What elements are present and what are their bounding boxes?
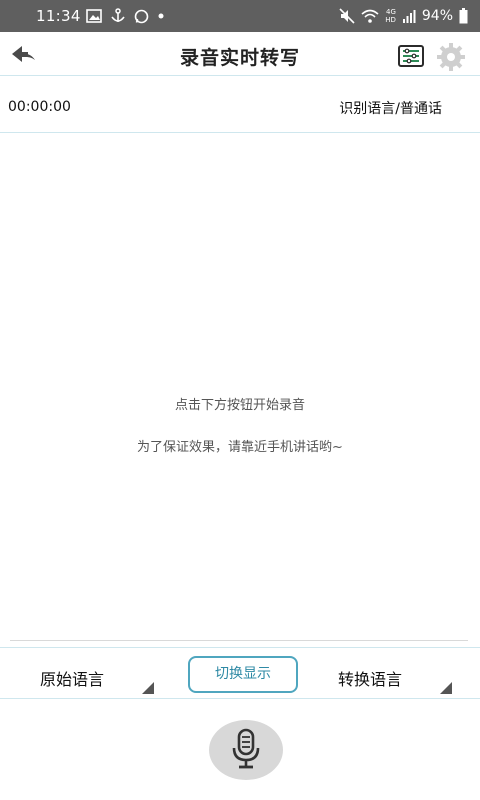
network-type: 4G HD: [385, 7, 396, 24]
battery-percent: 94%: [421, 8, 453, 24]
list-settings-button[interactable]: [398, 45, 424, 67]
whatsapp-icon: [134, 9, 149, 23]
signal-icon: [402, 10, 416, 23]
transcript-area: 点击下方按钮开始录音 为了保证效果，请靠近手机讲话哟~: [0, 134, 480, 640]
info-row: 00:00:00 识别语言/普通话: [0, 77, 480, 133]
title-bar: 录音实时转写: [0, 32, 480, 76]
start-recording-hint: 点击下方按钮开始录音: [174, 398, 305, 413]
microphone-icon: [232, 728, 260, 769]
gear-icon: [437, 43, 465, 71]
switch-display-button[interactable]: 切换显示: [188, 656, 298, 693]
gallery-icon: [86, 9, 102, 23]
recognition-language[interactable]: 识别语言/普通话: [339, 98, 442, 118]
status-left-icons: [86, 8, 164, 24]
network-label-left: HD: [385, 15, 396, 24]
status-time: 11:34: [36, 7, 81, 25]
list-settings-icon: [398, 45, 424, 67]
recording-timer: 00:00:00: [8, 99, 71, 115]
anchor-icon: [111, 8, 125, 22]
target-language-dropdown[interactable]: 转换语言: [326, 660, 452, 694]
dropdown-arrow-icon: [440, 682, 452, 694]
dropdown-arrow-icon: [142, 682, 154, 694]
record-button[interactable]: [209, 720, 283, 780]
source-language-label: 原始语言: [40, 670, 105, 689]
network-label-top: 4G: [385, 7, 396, 16]
speak-closer-hint: 为了保证效果，请靠近手机讲话哟~: [137, 440, 343, 455]
wifi-icon: [361, 9, 379, 23]
mute-icon: [339, 8, 355, 24]
source-language-dropdown[interactable]: 原始语言: [30, 660, 154, 694]
bottom-bar: [0, 700, 480, 800]
status-right-icons: 4G HD 94%: [339, 6, 468, 26]
battery-icon: [459, 8, 468, 24]
target-language-label: 转换语言: [338, 670, 403, 689]
language-controls: 原始语言 切换显示 转换语言: [0, 647, 480, 699]
settings-button[interactable]: [436, 42, 466, 72]
status-bar: 11:34 4G HD 94%: [0, 0, 480, 32]
content-divider: [10, 640, 468, 641]
dot-icon: [158, 13, 164, 19]
